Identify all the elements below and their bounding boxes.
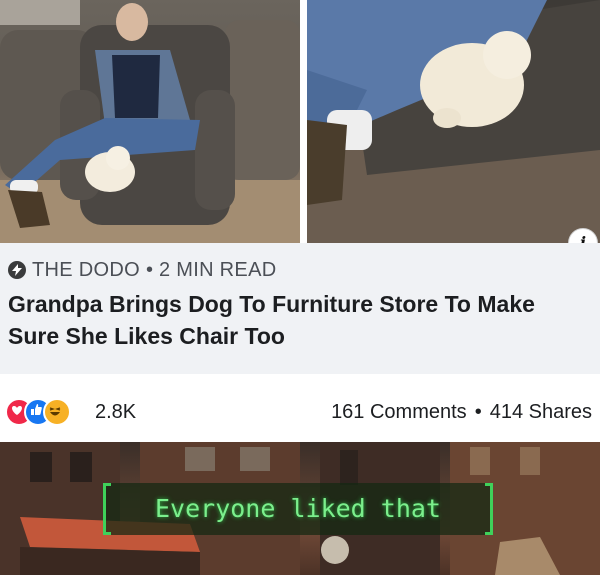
reaction-count[interactable]: 2.8K bbox=[95, 401, 136, 424]
shares-count[interactable]: 414 Shares bbox=[490, 401, 592, 424]
achievement-notification: Everyone liked that bbox=[103, 483, 493, 535]
link-preview-card[interactable]: THE DODO • 2 MIN READ Grandpa Brings Dog… bbox=[0, 243, 600, 374]
source-name: THE DODO bbox=[32, 258, 140, 281]
dog-on-recliner-photo bbox=[307, 0, 600, 243]
engagement-stats: 161 Comments • 414 Shares bbox=[331, 401, 592, 424]
grandpa-in-recliner-photo bbox=[0, 0, 300, 243]
game-scene-image: Everyone liked that bbox=[0, 442, 600, 575]
reactions-bar: 2.8K 161 Comments • 414 Shares bbox=[0, 374, 600, 442]
stats-separator: • bbox=[474, 401, 482, 423]
article-headline[interactable]: Grandpa Brings Dog To Furniture Store To… bbox=[8, 288, 588, 352]
read-time: 2 MIN READ bbox=[158, 258, 277, 281]
haha-reaction-icon bbox=[43, 398, 71, 426]
article-meta: THE DODO • 2 MIN READ bbox=[8, 258, 276, 282]
instant-article-bolt-icon bbox=[8, 261, 26, 279]
notification-text: Everyone liked that bbox=[155, 494, 441, 523]
comments-count[interactable]: 161 Comments bbox=[331, 401, 467, 424]
meta-separator: • bbox=[145, 258, 153, 281]
article-image[interactable]: i bbox=[0, 0, 600, 258]
reaction-icons[interactable] bbox=[5, 398, 95, 426]
